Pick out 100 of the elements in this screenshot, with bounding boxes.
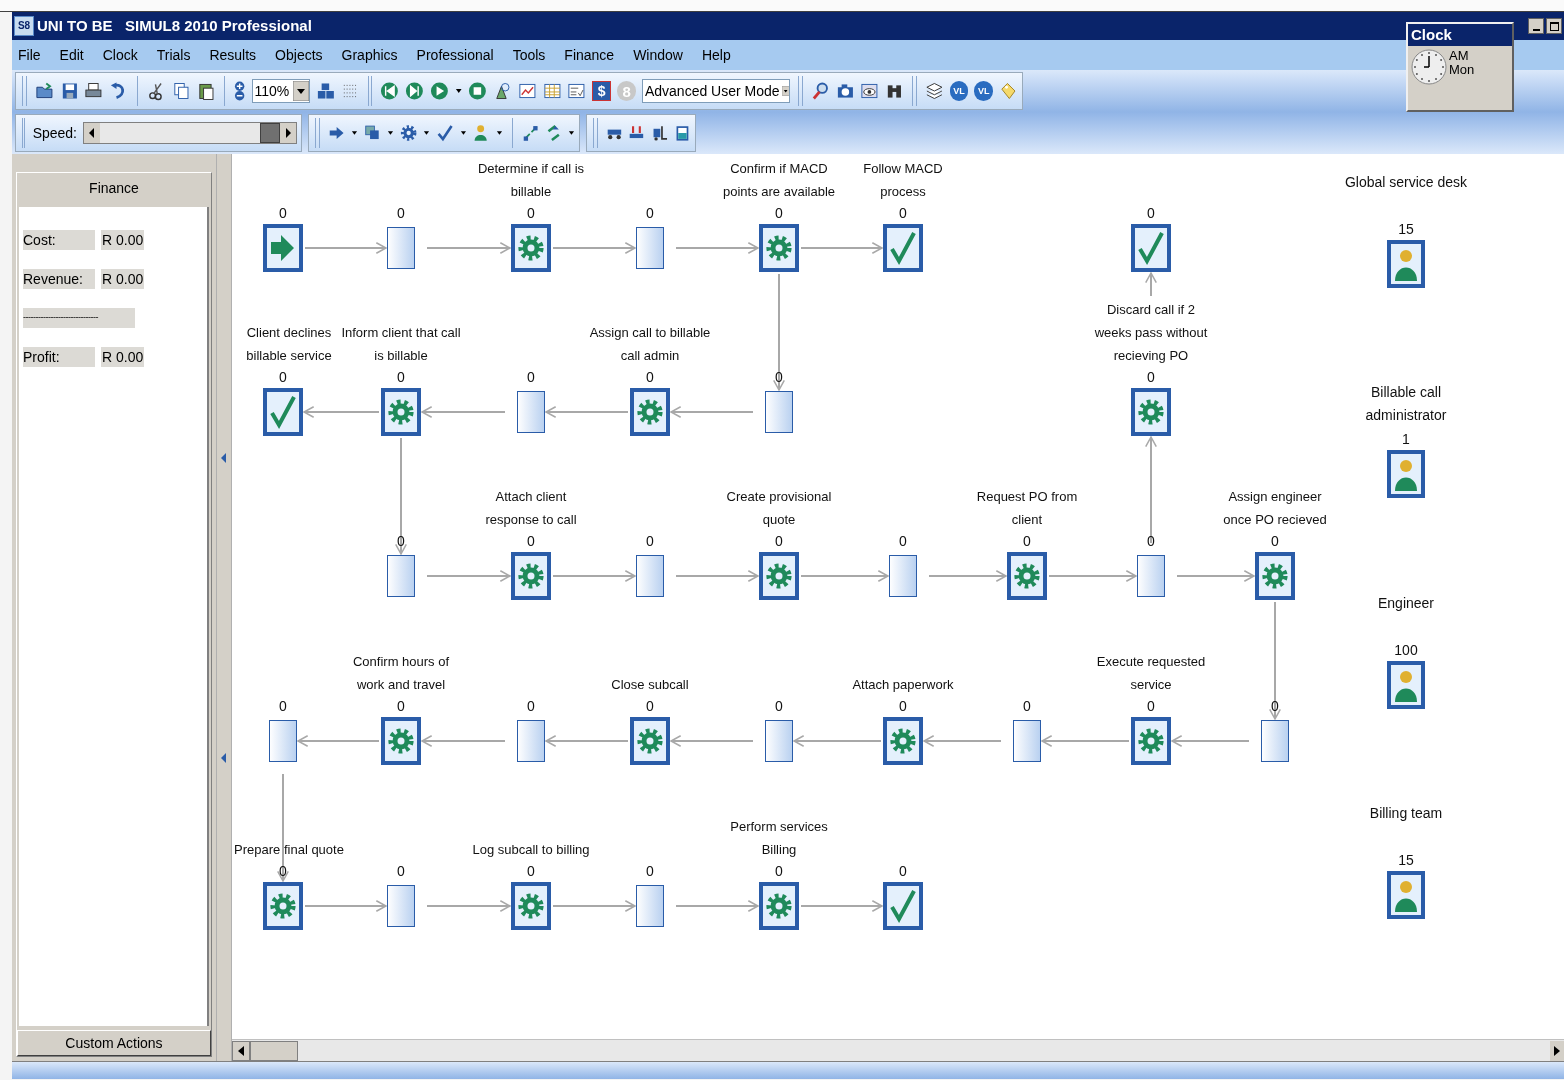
- node-count: 0: [1147, 697, 1155, 716]
- collapse-arrow-icon[interactable]: [221, 752, 227, 763]
- menu-item[interactable]: Window: [633, 44, 683, 66]
- vl-icon[interactable]: VL: [974, 81, 994, 101]
- step-icon[interactable]: [405, 81, 424, 101]
- queue-icon[interactable]: [517, 391, 545, 433]
- queue-icon[interactable]: [636, 227, 664, 269]
- scroll-right-icon[interactable]: [1554, 1045, 1560, 1056]
- activity-gear-icon[interactable]: [510, 223, 552, 273]
- resource-person-icon[interactable]: [1386, 239, 1426, 289]
- vl-icon[interactable]: VL: [949, 81, 969, 101]
- mode-dropdown[interactable]: Advanced User Mode: [641, 79, 790, 103]
- checklist-icon[interactable]: [567, 81, 587, 101]
- menu-item[interactable]: Clock: [102, 44, 138, 66]
- queue-icon[interactable]: [636, 555, 664, 597]
- activity-gear-icon[interactable]: [1130, 716, 1172, 766]
- menu-item[interactable]: Professional: [416, 44, 494, 66]
- activity-gear-icon[interactable]: [510, 551, 552, 601]
- menu-item[interactable]: Objects: [275, 44, 323, 66]
- speed-slider[interactable]: [100, 123, 280, 143]
- menu-item[interactable]: Tools: [512, 44, 546, 66]
- node-count: 0: [1147, 532, 1155, 551]
- queue-icon[interactable]: [765, 391, 793, 433]
- end-checkmark-icon[interactable]: [262, 387, 304, 437]
- cubes-icon[interactable]: [315, 81, 335, 101]
- gear-icon[interactable]: [400, 123, 418, 143]
- camera-icon[interactable]: [835, 81, 855, 101]
- end-checkmark-icon[interactable]: [1130, 223, 1172, 273]
- forklift-icon[interactable]: [651, 123, 669, 143]
- activity-gear-icon[interactable]: [758, 881, 800, 931]
- menu-item[interactable]: Results: [209, 44, 257, 66]
- queue-icon[interactable]: [765, 720, 793, 762]
- end-checkmark-icon[interactable]: [882, 223, 924, 273]
- resource-person-icon[interactable]: [1386, 660, 1426, 710]
- dollar-icon[interactable]: $: [592, 81, 612, 101]
- queue-icon[interactable]: [889, 555, 917, 597]
- zoom-dropdown[interactable]: 110%: [251, 79, 310, 103]
- finance-label: Cost:: [23, 230, 95, 250]
- eye-icon[interactable]: [860, 81, 880, 101]
- clock-window[interactable]: Clock AM Mon: [1406, 22, 1514, 112]
- rewind-icon[interactable]: [380, 81, 400, 101]
- activity-gear-icon[interactable]: [380, 716, 422, 766]
- beacon-icon[interactable]: [493, 81, 512, 101]
- diagonal-arrows-icon[interactable]: [521, 123, 539, 143]
- minimize-button[interactable]: [1528, 18, 1544, 34]
- layers-icon[interactable]: [924, 81, 944, 101]
- table-icon[interactable]: [542, 81, 562, 101]
- person-icon[interactable]: [472, 123, 490, 143]
- menu-item[interactable]: Help: [701, 44, 731, 66]
- activity-gear-icon[interactable]: [510, 881, 552, 931]
- menu-item[interactable]: Graphics: [341, 44, 398, 66]
- activity-gear-icon[interactable]: [380, 387, 422, 437]
- menu-item[interactable]: Trials: [156, 44, 191, 66]
- search-icon[interactable]: [810, 81, 830, 101]
- custom-actions-button[interactable]: Custom Actions: [17, 1030, 211, 1056]
- tag-icon[interactable]: [999, 81, 1018, 101]
- run-icon[interactable]: [429, 81, 449, 101]
- menu-item[interactable]: File: [18, 44, 41, 66]
- menu-item[interactable]: Edit: [59, 44, 84, 66]
- queue-icon[interactable]: [269, 720, 297, 762]
- horizontal-scrollbar[interactable]: [232, 1039, 1564, 1061]
- slider-left-icon[interactable]: [84, 123, 100, 143]
- queue-icon[interactable]: [1013, 720, 1041, 762]
- activity-gear-icon[interactable]: [1130, 387, 1172, 437]
- open-folder-icon[interactable]: [34, 81, 54, 101]
- checkmark-icon[interactable]: [436, 123, 454, 143]
- copy-icon[interactable]: [171, 81, 191, 101]
- line-chart-icon[interactable]: [517, 81, 537, 101]
- slider-right-icon[interactable]: [280, 123, 296, 143]
- activity-gear-icon[interactable]: [1254, 551, 1296, 601]
- window-title: UNI TO BE SIMUL8 2010 Professional: [37, 15, 312, 36]
- stop-icon[interactable]: [468, 81, 488, 101]
- queue-icon[interactable]: [636, 885, 664, 927]
- node-label: Execute requested service: [1095, 653, 1207, 694]
- maximize-button[interactable]: [1546, 18, 1562, 34]
- collapse-arrow-icon[interactable]: [221, 452, 227, 463]
- simulation-canvas[interactable]: [232, 154, 1564, 1039]
- queue-icon[interactable]: [517, 720, 545, 762]
- resource-person-icon[interactable]: [1386, 870, 1426, 920]
- queue-icon[interactable]: [1137, 555, 1165, 597]
- scrollbar-thumb[interactable]: [250, 1040, 298, 1061]
- zoom-buttons-icon[interactable]: [234, 81, 246, 101]
- activity-gear-icon[interactable]: [629, 387, 671, 437]
- activity-gear-icon[interactable]: [758, 223, 800, 273]
- queue-icon[interactable]: [387, 885, 415, 927]
- resource-person-icon[interactable]: [1386, 449, 1426, 499]
- queue-icon[interactable]: [387, 555, 415, 597]
- activity-gear-icon[interactable]: [629, 716, 671, 766]
- dropdown-arrow-icon[interactable]: [292, 81, 309, 101]
- activity-gear-icon[interactable]: [262, 881, 304, 931]
- end-checkmark-icon[interactable]: [882, 881, 924, 931]
- activity-gear-icon[interactable]: [758, 551, 800, 601]
- paste-icon[interactable]: [196, 81, 216, 101]
- queue-icon[interactable]: [387, 227, 415, 269]
- menu-item[interactable]: Finance: [564, 44, 615, 66]
- activity-gear-icon[interactable]: [882, 716, 924, 766]
- activity-gear-icon[interactable]: [1006, 551, 1048, 601]
- queue-icon[interactable]: [1261, 720, 1289, 762]
- scroll-left-icon[interactable]: [238, 1045, 244, 1056]
- slider-thumb[interactable]: [260, 123, 280, 143]
